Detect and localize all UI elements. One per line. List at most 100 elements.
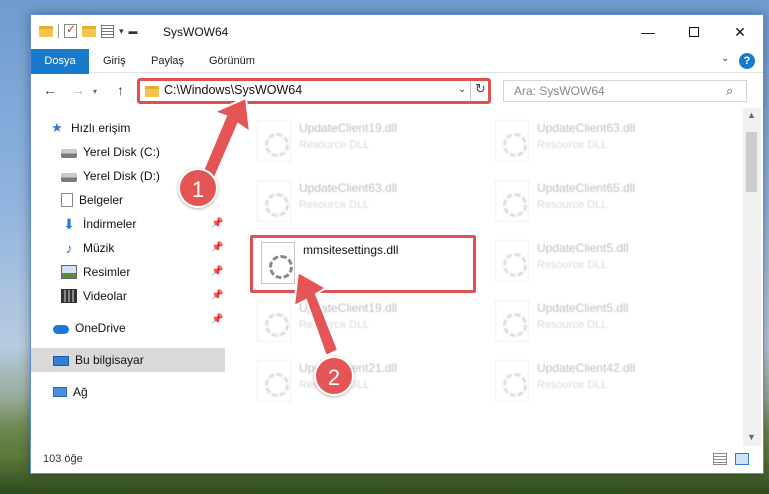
sidebar-item-quick-access[interactable]: ★ Hızlı erişim bbox=[49, 116, 243, 140]
file-name: UpdateClient63.dll bbox=[537, 121, 636, 135]
forward-arrow-icon[interactable]: → bbox=[71, 82, 85, 98]
dll-file-icon bbox=[495, 300, 529, 342]
scroll-down-icon[interactable]: ▼ bbox=[747, 432, 756, 442]
quick-access-toolbar: ▾ ▬ bbox=[39, 22, 138, 38]
sidebar-item-onedrive[interactable]: OneDrive bbox=[53, 316, 225, 340]
folder-icon bbox=[145, 86, 159, 97]
tab-share[interactable]: Paylaş bbox=[151, 49, 184, 73]
file-item[interactable]: UpdateClient21.dll Resource DLL bbox=[249, 356, 479, 408]
sidebar-item-label: Yerel Disk (C:) bbox=[83, 145, 160, 159]
file-name: UpdateClient19.dll bbox=[299, 121, 398, 135]
file-name: UpdateClient63.dll bbox=[299, 181, 398, 195]
address-bar[interactable]: C:\Windows\SysWOW64 ⌄ ↻ bbox=[137, 78, 491, 104]
sidebar-item-downloads[interactable]: ⬇ İndirmeler bbox=[61, 212, 211, 236]
tab-view[interactable]: Görünüm bbox=[209, 49, 255, 73]
navigation-pane: ★ Hızlı erişim Yerel Disk (C:) Yerel Dis… bbox=[31, 108, 227, 446]
expand-ribbon-icon[interactable]: ⌄ bbox=[721, 53, 729, 64]
sidebar-item-music[interactable]: ♪ Müzik bbox=[61, 236, 211, 260]
sidebar-item-label: Belgeler bbox=[79, 193, 124, 207]
dll-file-icon bbox=[257, 300, 291, 342]
dll-file-icon bbox=[495, 120, 529, 162]
file-item[interactable]: UpdateClient19.dll Resource DLL bbox=[249, 116, 479, 168]
tab-home[interactable]: Giriş bbox=[103, 49, 126, 73]
back-arrow-icon[interactable]: ← bbox=[43, 82, 57, 98]
close-button[interactable]: ✕ bbox=[717, 15, 763, 49]
customize-toolbar-icon[interactable]: ▬ bbox=[129, 26, 138, 36]
file-item[interactable]: UpdateClient63.dll Resource DLL bbox=[487, 116, 717, 168]
file-item[interactable]: UpdateClient65.dll Resource DLL bbox=[487, 176, 717, 228]
pin-icon[interactable]: 📌 bbox=[211, 266, 223, 277]
large-icons-view-icon[interactable] bbox=[735, 453, 749, 465]
step-badge-2: 2 bbox=[314, 356, 354, 396]
status-bar: 103 öğe bbox=[31, 446, 763, 473]
sidebar-item-videos[interactable]: Videolar bbox=[61, 284, 211, 308]
properties-check-icon[interactable] bbox=[64, 22, 77, 38]
file-name: UpdateClient65.dll bbox=[537, 181, 636, 195]
search-box[interactable]: Ara: SysWOW64 ⌕ bbox=[503, 80, 747, 102]
pin-icon[interactable]: 📌 bbox=[211, 290, 223, 301]
pin-icon[interactable]: 📌 bbox=[211, 242, 223, 253]
navigation-bar: ← → ▾ ↑ C:\Windows\SysWOW64 ⌄ ↻ Ara: Sys… bbox=[31, 74, 763, 108]
file-type: Resource DLL bbox=[537, 199, 608, 211]
up-arrow-icon[interactable]: ↑ bbox=[117, 82, 124, 98]
window-title: SysWOW64 bbox=[163, 25, 229, 39]
music-icon: ♪ bbox=[65, 240, 73, 256]
dll-file-icon bbox=[495, 360, 529, 402]
sidebar-item-this-pc[interactable]: Bu bilgisayar bbox=[31, 348, 225, 372]
cloud-icon bbox=[53, 325, 69, 334]
file-item-mmsitesettings[interactable]: mmsitesettings.dll bbox=[250, 235, 476, 293]
video-icon bbox=[61, 289, 77, 303]
file-item[interactable]: UpdateClient5.dll Resource DLL bbox=[487, 296, 717, 348]
new-folder-icon[interactable] bbox=[82, 25, 96, 37]
address-dropdown-icon[interactable]: ⌄ bbox=[458, 84, 466, 95]
file-type: Resource DLL bbox=[299, 139, 370, 151]
details-view-icon[interactable] bbox=[713, 453, 727, 465]
sidebar-item-label: Hızlı erişim bbox=[71, 121, 131, 135]
file-name: UpdateClient42.dll bbox=[537, 361, 636, 375]
content-area: ★ Hızlı erişim Yerel Disk (C:) Yerel Dis… bbox=[31, 108, 763, 446]
properties-icon[interactable] bbox=[101, 24, 114, 38]
help-icon[interactable]: ? bbox=[739, 53, 755, 69]
sidebar-item-label: Ağ bbox=[73, 385, 88, 399]
sidebar-item-local-disk-c[interactable]: Yerel Disk (C:) bbox=[61, 140, 255, 164]
file-item[interactable]: UpdateClient5.dll Resource DLL bbox=[487, 236, 717, 288]
download-icon: ⬇ bbox=[63, 216, 75, 232]
star-icon: ★ bbox=[51, 120, 63, 135]
sidebar-item-local-disk-d[interactable]: Yerel Disk (D:) bbox=[61, 164, 255, 188]
file-item[interactable]: UpdateClient42.dll Resource DLL bbox=[487, 356, 717, 408]
file-type: Resource DLL bbox=[299, 319, 370, 331]
maximize-icon bbox=[689, 27, 699, 37]
minimize-button[interactable]: — bbox=[625, 15, 671, 49]
file-item[interactable]: UpdateClient19.dll Resource DLL bbox=[249, 296, 479, 348]
sidebar-item-label: Bu bilgisayar bbox=[75, 353, 144, 367]
file-name: UpdateClient19.dll bbox=[299, 301, 398, 315]
maximize-button[interactable] bbox=[671, 15, 717, 49]
dll-file-icon bbox=[495, 240, 529, 282]
scroll-up-icon[interactable]: ▲ bbox=[747, 110, 756, 120]
file-type: Resource DLL bbox=[537, 259, 608, 271]
chevron-down-icon[interactable]: ▾ bbox=[119, 26, 124, 37]
file-item[interactable]: UpdateClient63.dll Resource DLL bbox=[249, 176, 479, 228]
sidebar-item-label: Resimler bbox=[83, 265, 131, 279]
pin-icon[interactable]: 📌 bbox=[211, 218, 223, 229]
address-path[interactable]: C:\Windows\SysWOW64 bbox=[164, 83, 302, 97]
title-bar: ▾ ▬ SysWOW64 — ✕ bbox=[31, 15, 763, 49]
sidebar-item-label: Müzik bbox=[83, 241, 115, 255]
disk-icon bbox=[61, 149, 77, 158]
refresh-icon[interactable]: ↻ bbox=[475, 81, 486, 97]
sidebar-item-label: Videolar bbox=[83, 289, 127, 303]
sidebar-item-label: OneDrive bbox=[75, 321, 126, 335]
vertical-scrollbar[interactable]: ▲ ▼ bbox=[743, 108, 761, 446]
step-badge-1: 1 bbox=[178, 168, 218, 208]
recent-locations-chevron-icon[interactable]: ▾ bbox=[93, 87, 97, 96]
search-icon[interactable]: ⌕ bbox=[726, 83, 733, 99]
sidebar-item-network[interactable]: Ağ bbox=[53, 380, 225, 404]
dll-file-icon bbox=[261, 242, 295, 284]
sidebar-item-pictures[interactable]: Resimler bbox=[61, 260, 211, 284]
sidebar-item-label: Yerel Disk (D:) bbox=[83, 169, 160, 183]
ribbon-tabs: Dosya Giriş Paylaş Görünüm ⌄ ? bbox=[31, 49, 763, 101]
dll-file-icon bbox=[495, 180, 529, 222]
search-placeholder: Ara: SysWOW64 bbox=[514, 84, 605, 98]
scroll-thumb[interactable] bbox=[746, 132, 757, 192]
explorer-window: ▾ ▬ SysWOW64 — ✕ Dosya Giriş Paylaş Görü… bbox=[30, 14, 764, 474]
